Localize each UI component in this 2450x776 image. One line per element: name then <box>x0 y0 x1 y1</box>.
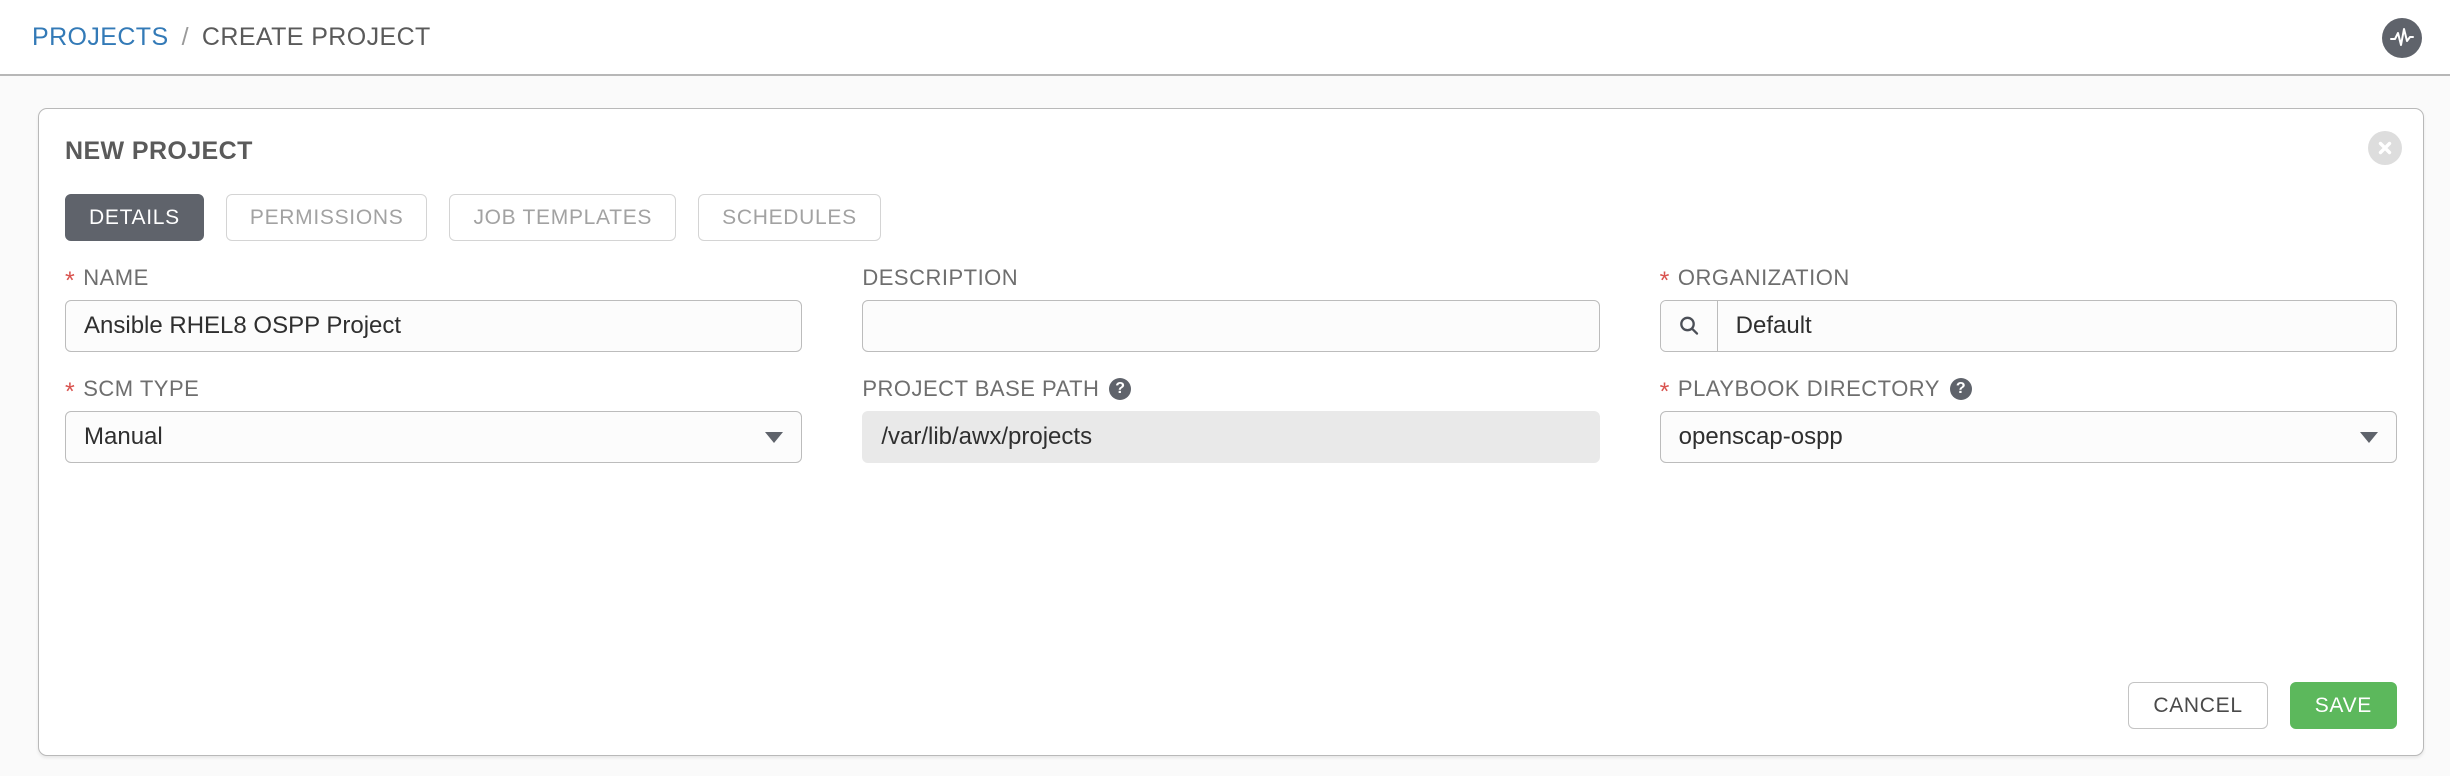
cancel-button[interactable]: CANCEL <box>2128 682 2268 729</box>
breadcrumb-current-create-project: CREATE PROJECT <box>201 22 431 51</box>
required-asterisk: * <box>65 377 76 406</box>
breadcrumb-separator: / <box>181 22 189 51</box>
breadcrumb: PROJECTS / CREATE PROJECT <box>32 0 431 74</box>
form-row-2: * SCM TYPE Manual PROJECT BASE PATH ? /v… <box>65 376 2397 463</box>
playbook-directory-label-text: PLAYBOOK DIRECTORY <box>1677 376 1940 401</box>
description-label-text: DESCRIPTION <box>862 265 1019 290</box>
save-button[interactable]: SAVE <box>2289 682 2397 729</box>
chevron-down-icon <box>765 431 784 443</box>
help-icon[interactable]: ? <box>1109 378 1132 400</box>
field-playbook-directory: * PLAYBOOK DIRECTORY ? openscap-ospp <box>1659 376 2397 463</box>
field-organization: * ORGANIZATION Default <box>1659 265 2397 352</box>
project-form: * NAME Ansible RHEL8 OSPP Project DESCRI… <box>65 265 2397 487</box>
new-project-card: NEW PROJECT DETAILS PERMISSIONS JOB TEMP… <box>38 108 2424 756</box>
help-icon[interactable]: ? <box>1949 378 1972 400</box>
page-title: NEW PROJECT <box>65 137 253 165</box>
field-project-base-path: PROJECT BASE PATH ? /var/lib/awx/project… <box>862 376 1600 463</box>
required-asterisk: * <box>65 266 76 295</box>
pulse-icon[interactable] <box>2382 18 2422 58</box>
top-bar: PROJECTS / CREATE PROJECT <box>0 0 2450 76</box>
field-scm-type: * SCM TYPE Manual <box>65 376 803 463</box>
close-icon[interactable] <box>2368 131 2402 165</box>
playbook-directory-label: * PLAYBOOK DIRECTORY ? <box>1659 376 2397 406</box>
playbook-directory-value: openscap-ospp <box>1678 423 1843 450</box>
scm-type-select[interactable]: Manual <box>65 411 803 463</box>
name-input[interactable]: Ansible RHEL8 OSPP Project <box>65 300 803 352</box>
organization-input[interactable]: Default <box>1718 301 2396 351</box>
project-base-path-input: /var/lib/awx/projects <box>862 411 1600 463</box>
description-input[interactable] <box>862 300 1600 352</box>
scm-type-label-text: SCM TYPE <box>83 376 200 401</box>
organization-lookup: Default <box>1659 300 2397 352</box>
name-label: * NAME <box>65 265 802 295</box>
tab-job-templates[interactable]: JOB TEMPLATES <box>449 194 677 241</box>
form-row-1: * NAME Ansible RHEL8 OSPP Project DESCRI… <box>65 265 2397 352</box>
tab-bar: DETAILS PERMISSIONS JOB TEMPLATES SCHEDU… <box>65 194 881 241</box>
required-asterisk: * <box>1659 266 1670 295</box>
field-description: DESCRIPTION <box>862 265 1600 352</box>
required-asterisk: * <box>1659 377 1670 406</box>
scm-type-value: Manual <box>84 423 163 450</box>
tab-details[interactable]: DETAILS <box>65 194 204 241</box>
project-base-path-label-text: PROJECT BASE PATH <box>862 376 1100 401</box>
tab-schedules[interactable]: SCHEDULES <box>698 194 881 241</box>
scm-type-label: * SCM TYPE <box>65 376 802 406</box>
description-label: DESCRIPTION <box>862 265 1599 291</box>
name-label-text: NAME <box>83 265 149 290</box>
chevron-down-icon <box>2359 431 2378 443</box>
organization-label: * ORGANIZATION <box>1659 265 2397 295</box>
playbook-directory-select[interactable]: openscap-ospp <box>1659 411 2397 463</box>
organization-label-text: ORGANIZATION <box>1677 265 1850 290</box>
search-icon[interactable] <box>1660 301 1718 351</box>
project-base-path-label: PROJECT BASE PATH ? <box>862 376 1599 402</box>
breadcrumb-link-projects[interactable]: PROJECTS <box>32 23 169 52</box>
tab-permissions[interactable]: PERMISSIONS <box>225 194 428 241</box>
field-name: * NAME Ansible RHEL8 OSPP Project <box>65 265 803 352</box>
form-actions: CANCEL SAVE <box>2128 682 2397 729</box>
